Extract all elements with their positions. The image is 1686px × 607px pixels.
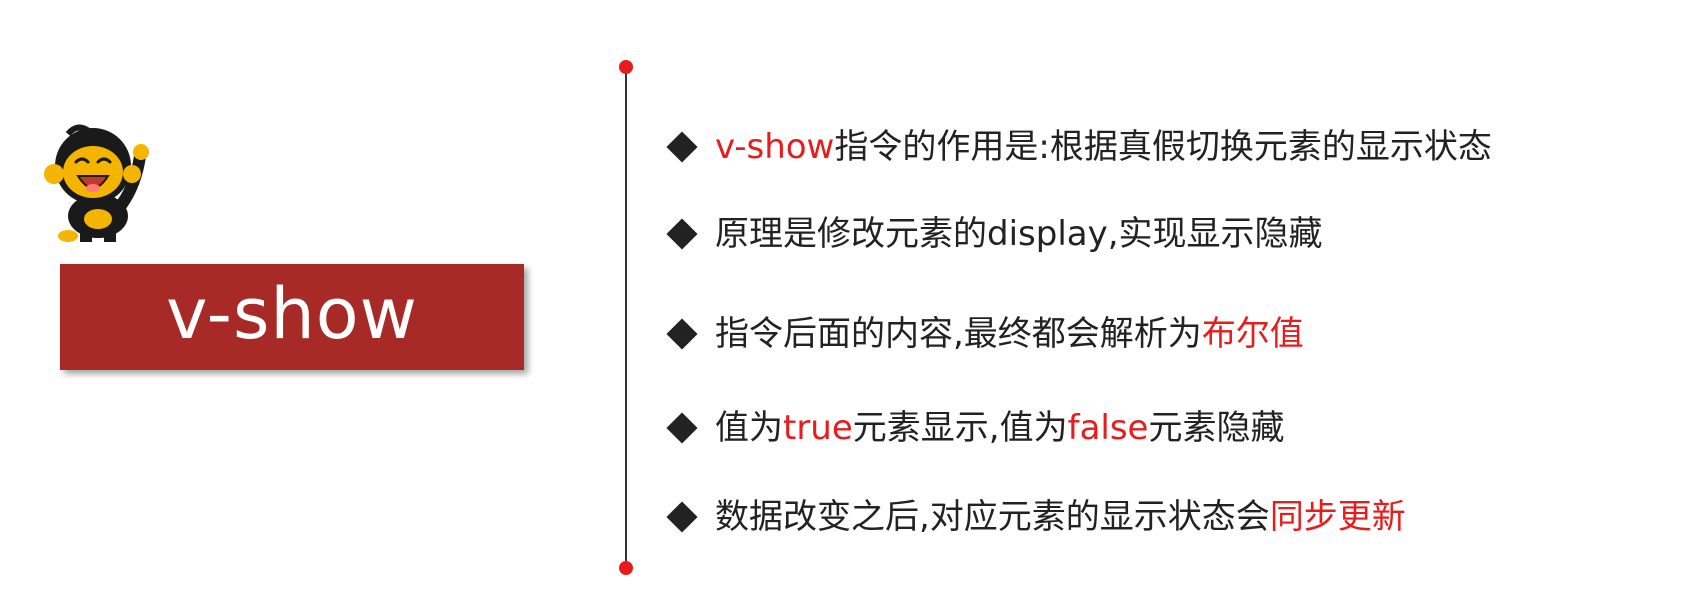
bullet-segment-highlight: 布尔值 — [1201, 314, 1304, 354]
title-banner: v-show — [60, 264, 524, 370]
bullet-segment-highlight: false — [1067, 408, 1149, 448]
divider-top-dot — [619, 60, 633, 74]
bullet-segment: 指令的作用是:根据真假切换元素的显示状态 — [834, 127, 1492, 167]
bullet-segment: 原理是修改元素的display,实现显示隐藏 — [715, 214, 1323, 254]
diamond-bullet-icon — [666, 218, 698, 250]
divider-bottom-dot — [619, 561, 633, 575]
bullet-segment-highlight: v-show — [715, 127, 835, 167]
bullet-segment: 元素隐藏 — [1148, 408, 1285, 448]
bullet-item: v-show 指令的作用是:根据真假切换元素的显示状态 — [666, 127, 1492, 167]
bullet-segment: 数据改变之后,对应元素的显示状态会 — [715, 497, 1270, 537]
bullet-item: 数据改变之后,对应元素的显示状态会 同步更新 — [666, 497, 1406, 537]
vertical-divider — [625, 67, 627, 569]
bullet-segment: 指令后面的内容,最终都会解析为 — [715, 314, 1202, 354]
bullet-segment: 值为 — [715, 408, 783, 448]
diamond-bullet-icon — [666, 501, 698, 533]
bullet-item: 原理是修改元素的display,实现显示隐藏 — [666, 214, 1323, 254]
diamond-bullet-icon — [666, 318, 698, 350]
bullet-item: 值为 true 元素显示,值为 false 元素隐藏 — [666, 408, 1285, 448]
bullet-segment-highlight: 同步更新 — [1269, 497, 1406, 537]
slide: v-show v-show 指令的作用是:根据真假切换元素的显示状态 原理是修改元… — [0, 0, 1686, 607]
bullet-segment-highlight: true — [783, 408, 853, 448]
diamond-bullet-icon — [666, 131, 698, 163]
bullet-segment: 元素显示,值为 — [852, 408, 1068, 448]
monkey-mascot-icon — [44, 124, 149, 242]
bullet-item: 指令后面的内容,最终都会解析为 布尔值 — [666, 314, 1304, 354]
diamond-bullet-icon — [666, 412, 698, 444]
slide-title: v-show — [166, 273, 418, 355]
